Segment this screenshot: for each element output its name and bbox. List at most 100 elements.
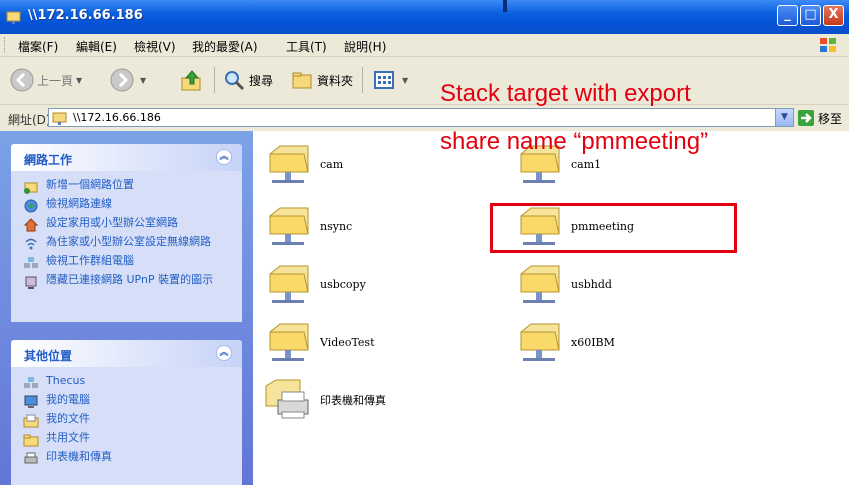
printer-folder-icon — [265, 379, 309, 419]
add-network-place-link[interactable]: 新增一個網路位置 — [23, 179, 232, 195]
address-input[interactable]: \\172.16.66.186 ▼ — [48, 108, 794, 127]
share-item[interactable]: nsync — [264, 202, 352, 250]
title-bar: \\172.16.66.186 _ □ X — [0, 0, 849, 34]
up-folder-button[interactable] — [180, 67, 207, 93]
folders-button[interactable]: 資料夾 — [290, 67, 353, 93]
hide-upnp-icons-link[interactable]: 隱藏已連接網路 UPnP 裝置的圖示 — [23, 274, 232, 290]
workgroup-icon — [24, 257, 38, 268]
pointer-line — [503, 0, 507, 12]
panel-title: 網路工作 — [24, 153, 73, 167]
network-share-icon — [520, 323, 560, 361]
network-folder-icon — [52, 112, 67, 125]
wireless-icon — [25, 238, 37, 250]
close-button[interactable]: X — [823, 5, 844, 26]
back-arrow-icon — [10, 68, 34, 92]
up-folder-icon — [181, 70, 201, 91]
shared-documents-link[interactable]: 共用文件 — [23, 432, 232, 448]
share-label: cam1 — [571, 157, 602, 171]
documents-folder-icon — [23, 414, 39, 428]
computer-icon — [24, 395, 38, 408]
task-pane: 網路工作 ︽ 新增一個網路位置 檢視網路連線 設定家用或小型辦公室網路 為住家或… — [0, 131, 253, 485]
menu-edit[interactable]: 編輯(E) — [76, 38, 117, 55]
menu-view[interactable]: 檢視(V) — [134, 38, 176, 55]
network-tasks-panel: 網路工作 ︽ 新增一個網路位置 檢視網路連線 設定家用或小型辦公室網路 為住家或… — [11, 144, 242, 322]
chevron-down-icon: ▼ — [76, 75, 83, 85]
toolbar-grip — [4, 37, 8, 53]
share-label: x60IBM — [571, 335, 615, 349]
back-button[interactable]: 上一頁 ▼ — [10, 67, 82, 93]
network-share-icon — [269, 265, 309, 303]
window-title: \\172.16.66.186 — [28, 8, 143, 23]
panel-header[interactable]: 網路工作 ︽ — [11, 144, 242, 171]
network-folder-icon — [6, 11, 21, 24]
share-label: nsync — [320, 219, 353, 233]
share-label: 印表機和傳真 — [320, 394, 386, 407]
address-bar: 網址(D) \\172.16.66.186 ▼ 移至 — [0, 105, 849, 132]
share-item[interactable]: usbcopy — [264, 260, 366, 308]
address-label: 網址(D) — [8, 113, 51, 127]
search-button[interactable]: 搜尋 — [222, 67, 273, 93]
network-connections-icon — [24, 199, 38, 213]
go-label: 移至 — [818, 111, 843, 126]
my-documents-link[interactable]: 我的文件 — [23, 413, 232, 429]
maximize-button[interactable]: □ — [800, 5, 821, 26]
panel-header[interactable]: 其他位置 ︽ — [11, 340, 242, 367]
forward-arrow-icon — [110, 68, 134, 92]
chevron-down-icon: ▼ — [402, 75, 409, 85]
windows-logo-icon — [820, 38, 836, 52]
network-share-icon — [269, 207, 309, 245]
chevron-down-icon: ▼ — [140, 75, 147, 85]
shared-folder-icon — [23, 434, 39, 447]
annotation-line-1: Stack target with export — [440, 80, 691, 107]
network-share-icon — [520, 265, 560, 303]
highlight-box — [490, 203, 737, 253]
upnp-device-icon — [25, 276, 37, 289]
folders-icon — [292, 72, 312, 89]
folders-label: 資料夾 — [317, 73, 354, 88]
go-arrow-icon — [798, 110, 814, 126]
menu-tools[interactable]: 工具(T) — [286, 38, 327, 55]
setup-home-network-link[interactable]: 設定家用或小型辦公室網路 — [23, 217, 232, 233]
add-network-place-icon — [24, 182, 38, 194]
setup-wireless-link[interactable]: 為住家或小型辦公室設定無線網路 — [23, 236, 232, 252]
share-label: cam — [320, 157, 344, 171]
view-connections-link[interactable]: 檢視網路連線 — [23, 198, 232, 214]
minimize-button[interactable]: _ — [777, 5, 798, 26]
printers-faxes-link[interactable]: 印表機和傳真 — [23, 451, 232, 467]
share-label: usbcopy — [320, 277, 366, 291]
address-value: \\172.16.66.186 — [73, 111, 161, 124]
share-label: usbhdd — [571, 277, 612, 291]
views-button[interactable]: ▼ — [372, 67, 408, 93]
collapse-chevron-icon[interactable]: ︽ — [216, 149, 232, 165]
my-computer-link[interactable]: 我的電腦 — [23, 394, 232, 410]
menu-bar: 檔案(F) 編輯(E) 檢視(V) 我的最愛(A) 工具(T) 說明(H) — [0, 34, 849, 57]
collapse-chevron-icon[interactable]: ︽ — [216, 345, 232, 361]
printers-faxes-item[interactable]: 印表機和傳真 — [264, 376, 386, 424]
back-label: 上一頁 — [37, 73, 74, 88]
other-places-panel: 其他位置 ︽ Thecus 我的電腦 我的文件 共用文件 印表機和傳真 — [11, 340, 242, 485]
views-icon — [374, 71, 394, 89]
network-share-icon — [269, 323, 309, 361]
view-workgroup-link[interactable]: 檢視工作群組電腦 — [23, 255, 232, 271]
panel-title: 其他位置 — [24, 349, 73, 363]
menu-file[interactable]: 檔案(F) — [18, 38, 58, 55]
thecus-link[interactable]: Thecus — [23, 375, 232, 391]
share-label: VideoTest — [320, 335, 375, 349]
forward-button[interactable]: ▼ — [110, 67, 146, 93]
workgroup-icon — [24, 377, 38, 388]
share-item[interactable]: usbhdd — [515, 260, 612, 308]
annotation-line-2: share name “pmmeeting” — [440, 128, 709, 155]
menu-help[interactable]: 說明(H) — [344, 38, 386, 55]
go-button[interactable]: 移至 — [797, 109, 842, 127]
standard-toolbar: 上一頁 ▼ ▼ 搜尋 資料夾 ▼ — [0, 57, 849, 105]
search-icon — [225, 71, 245, 91]
menu-favorites[interactable]: 我的最愛(A) — [192, 38, 258, 55]
printer-icon — [24, 452, 38, 464]
share-item[interactable]: x60IBM — [515, 318, 615, 366]
address-dropdown-button[interactable]: ▼ — [775, 109, 793, 126]
share-item[interactable]: cam — [264, 140, 343, 188]
network-share-icon — [269, 145, 309, 183]
toolbar-separator — [362, 67, 363, 93]
share-item[interactable]: VideoTest — [264, 318, 375, 366]
home-network-icon — [23, 218, 39, 232]
